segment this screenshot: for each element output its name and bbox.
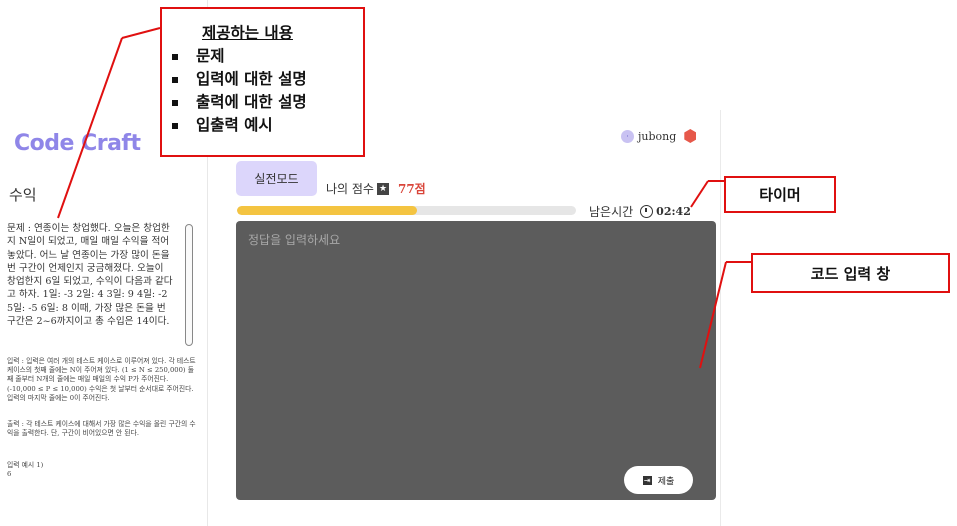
problem-scrollbar[interactable] [185, 224, 193, 346]
annotation-item: 입출력 예시 [172, 114, 307, 137]
timer-annotation: 타이머 [724, 176, 836, 213]
output-description: 출력 : 각 테스트 케이스에 대해서 가장 많은 수익을 올린 구간의 수익을… [7, 420, 196, 438]
time-progress-fill [237, 206, 417, 215]
annotation-item-label: 입력에 대한 설명 [196, 70, 307, 88]
problem-statement: 문제 : 연종이는 창업했다. 오늘은 창업한지 N일이 되었고, 매일 매일 … [7, 223, 173, 328]
time-progress-bar [237, 206, 576, 215]
annotation-item-label: 입출력 예시 [196, 116, 273, 134]
submit-label: 제출 [657, 476, 675, 487]
provided-content-annotation: 제공하는 내용 문제 입력에 대한 설명 출력에 대한 설명 입출력 예시 [160, 7, 365, 157]
annotation-title: 제공하는 내용 [202, 24, 293, 42]
right-divider [720, 110, 721, 526]
editor-annotation: 코드 입력 창 [751, 253, 950, 293]
annotation-item-label: 출력에 대한 설명 [196, 93, 307, 111]
star-icon: ★ [376, 182, 389, 195]
stopwatch-icon [640, 205, 654, 218]
app-logo[interactable]: Code Craft [14, 131, 141, 156]
example-label: 입력 예시 1) [7, 461, 44, 469]
my-score: 나의 점수 ★ 77점 [326, 180, 426, 197]
bullet-icon [172, 76, 178, 83]
annotation-item: 문제 [172, 45, 307, 68]
bullet-icon [172, 53, 178, 60]
score-label: 나의 점수 [326, 182, 374, 196]
problem-title: 수익 [9, 186, 37, 204]
avatar: · [621, 129, 634, 143]
annotation-list: 문제 입력에 대한 설명 출력에 대한 설명 입출력 예시 [172, 45, 307, 137]
timer: 남은시간 02:42 [589, 203, 691, 220]
input-description: 입력 : 입력은 여러 개의 테스트 케이스로 이루어져 있다. 각 테스트 케… [7, 357, 196, 402]
bullet-icon [172, 99, 178, 106]
annotation-item: 출력에 대한 설명 [172, 91, 307, 114]
rank-badge-icon [684, 129, 697, 143]
practice-mode-button[interactable]: 실전모드 [236, 161, 317, 196]
annotation-item-label: 문제 [196, 47, 225, 65]
timer-value: 02:42 [656, 205, 691, 218]
user-name: jubong [638, 129, 677, 143]
example-value: 6 [7, 470, 12, 478]
bullet-icon [172, 122, 178, 129]
annotation-item: 입력에 대한 설명 [172, 68, 307, 91]
submit-icon: ⇥ [642, 475, 652, 485]
submit-button[interactable]: ⇥ 제출 [624, 466, 693, 494]
code-editor[interactable] [236, 221, 716, 500]
score-value: 77점 [397, 182, 426, 196]
user-menu[interactable]: · jubong [621, 129, 697, 143]
timer-label: 남은시간 [589, 205, 634, 219]
